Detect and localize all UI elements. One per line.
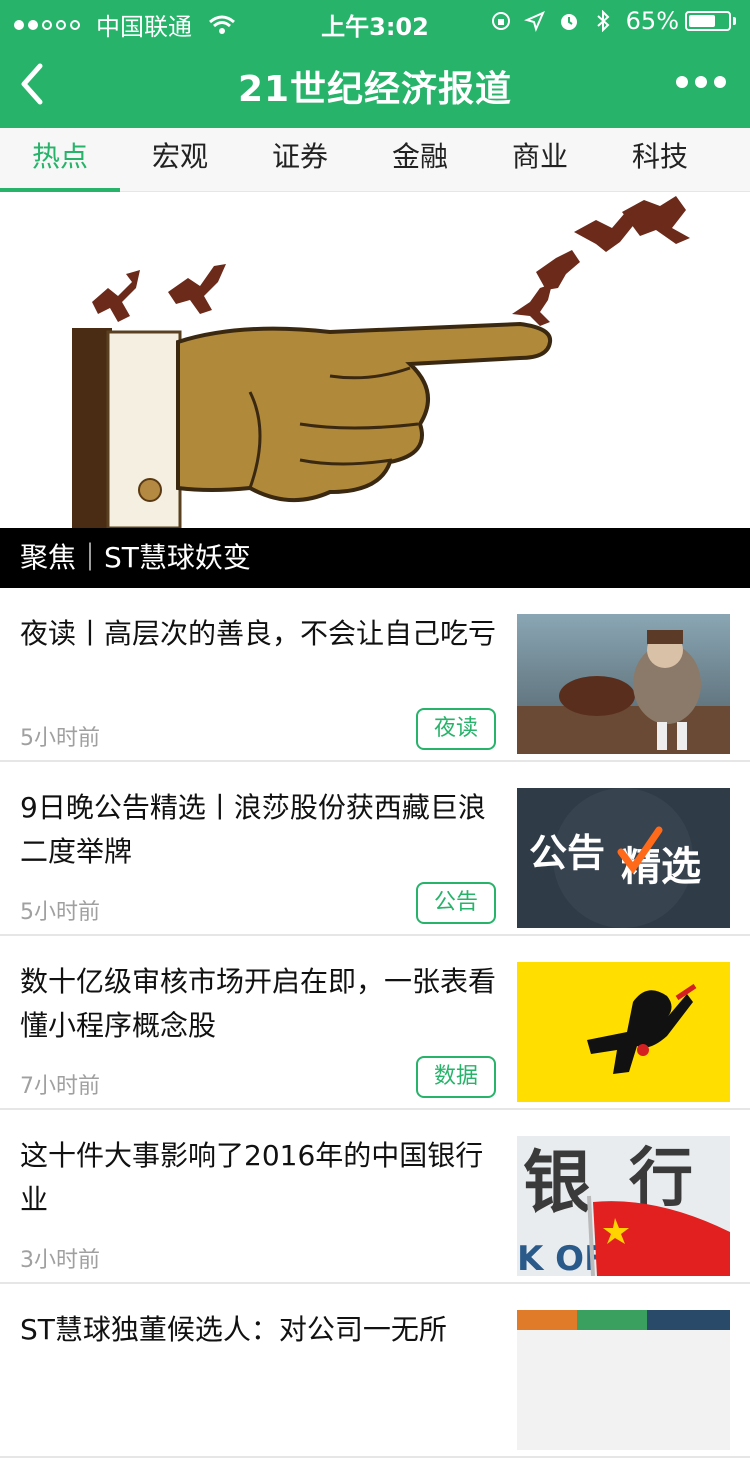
status-right: 65% (490, 7, 736, 35)
tab-securities[interactable]: 证券 (240, 128, 360, 191)
news-thumbnail (517, 614, 730, 754)
news-title: 夜读丨高层次的善良，不会让自己吃亏 (20, 617, 497, 650)
news-time: 5小时前 (20, 900, 100, 925)
news-tag: 公告 (416, 882, 496, 924)
battery: 65% (626, 7, 736, 35)
battery-fill (689, 15, 715, 27)
rotation-lock-icon (491, 12, 510, 30)
news-tag: 夜读 (416, 708, 496, 750)
news-time: 5小时前 (20, 726, 100, 751)
page-title: 21世纪经济报道 (237, 69, 513, 110)
tab-finance[interactable]: 金融 (360, 128, 480, 191)
tab-hot[interactable]: 热点 (0, 128, 120, 192)
status-bar: 中国联通 上午3:02 65% (0, 0, 750, 42)
news-item[interactable]: 数十亿级审核市场开启在即，一张表看懂小程序概念股 7小时前 数据 (0, 936, 750, 1110)
tab-macro[interactable]: 宏观 (120, 128, 240, 191)
battery-icon (685, 11, 731, 31)
news-item[interactable]: 夜读丨高层次的善良，不会让自己吃亏 5小时前 夜读 (0, 588, 750, 762)
news-thumbnail: 银 行 K OF (517, 1136, 730, 1276)
news-time: 7小时前 (20, 1074, 100, 1099)
news-list: 夜读丨高层次的善良，不会让自己吃亏 5小时前 夜读 9日晚公告精选丨浪莎股份获西… (0, 588, 750, 1458)
tab-tech[interactable]: 科技 (600, 128, 720, 191)
tab-business[interactable]: 商业 (480, 128, 600, 191)
nav-bar: 21世纪经济报道 (0, 42, 750, 128)
news-thumbnail (517, 1310, 730, 1450)
category-tabs: 热点 宏观 证券 金融 商业 科技 (0, 128, 750, 192)
bank-text-1: 银 (523, 1144, 591, 1223)
alarm-icon (560, 14, 577, 30)
news-item[interactable]: 这十件大事影响了2016年的中国银行业 3小时前 银 行 K OF (0, 1110, 750, 1284)
news-thumbnail: 公告 精选 (517, 788, 730, 928)
battery-percent: 65% (625, 7, 679, 35)
hero-caption: 聚焦｜ST慧球妖变 (0, 528, 750, 588)
news-title: 数十亿级审核市场开启在即，一张表看懂小程序概念股 (20, 965, 497, 1042)
news-item[interactable]: 9日晚公告精选丨浪莎股份获西藏巨浪二度举牌 5小时前 公告 公告 精选 (0, 762, 750, 936)
news-item[interactable]: ST慧球独董候选人：对公司一无所 (0, 1284, 750, 1458)
bluetooth-icon (596, 10, 610, 32)
news-title: 这十件大事影响了2016年的中国银行业 (20, 1139, 484, 1216)
news-thumbnail (517, 962, 730, 1102)
hero-image (0, 192, 750, 528)
location-icon (523, 11, 545, 32)
news-title: ST慧球独董候选人：对公司一无所 (20, 1313, 447, 1346)
more-options-icon[interactable] (676, 76, 726, 88)
hero-banner[interactable]: 聚焦｜ST慧球妖变 (0, 192, 750, 588)
news-title: 9日晚公告精选丨浪莎股份获西藏巨浪二度举牌 (20, 791, 486, 868)
notice-text-1: 公告 (529, 831, 605, 875)
news-tag: 数据 (416, 1056, 496, 1098)
news-time: 3小时前 (20, 1248, 100, 1273)
